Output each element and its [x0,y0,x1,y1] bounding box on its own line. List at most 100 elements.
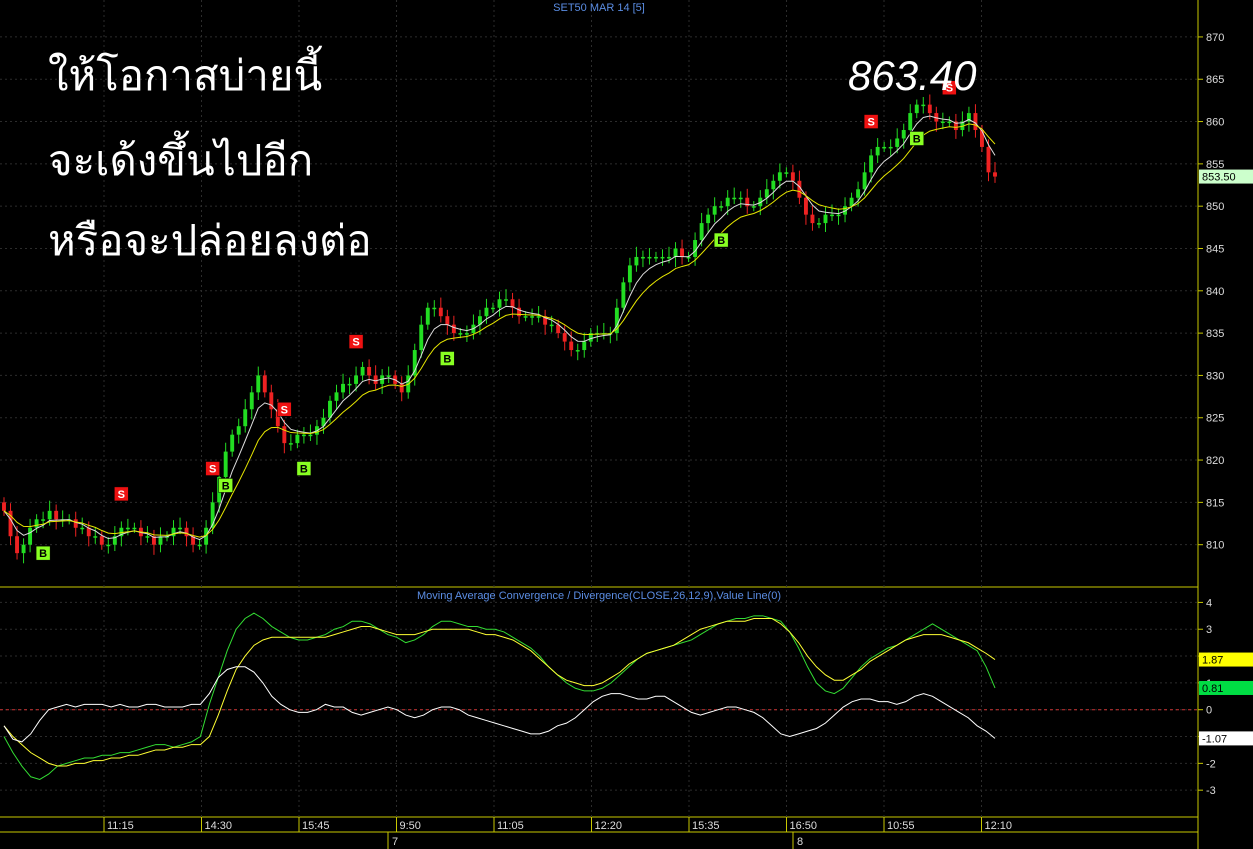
candle-body [491,307,495,310]
candle-body [54,510,59,520]
candle-body [732,197,737,200]
macd-tick-label: 3 [1206,624,1212,636]
candle-body [777,172,782,181]
candle-body [654,256,658,259]
candle-body [93,536,98,538]
candle-body [947,121,952,124]
price-tick-label: 865 [1206,74,1224,86]
candle-body [301,434,306,437]
candle-body [125,527,130,530]
day-label: 8 [797,836,803,848]
time-tick-label: 15:35 [692,820,720,832]
candle-body [751,206,756,208]
candle-body [184,527,189,537]
macd-lines [0,612,1198,780]
candle-body [888,146,893,149]
candle-body [451,324,456,334]
price-tick-label: 825 [1206,413,1224,425]
macd-series-line [3,618,996,767]
time-tick-label: 16:50 [790,820,818,832]
candle-body [536,316,541,318]
candle-body [875,146,880,156]
candle-body [784,172,789,174]
signal-label: B [443,354,451,366]
candle-body [445,316,450,325]
signal-label: B [39,548,47,560]
candle-body [360,366,365,376]
price-tick-label: 855 [1206,159,1224,171]
candle-body [41,519,46,521]
candle-body [830,214,834,217]
signal-label: S [118,489,125,501]
candle-body [712,206,717,215]
candle-body [464,333,469,335]
signal-label: S [281,404,288,416]
candle-body [243,409,248,427]
price-tick-label: 840 [1206,286,1224,298]
candle-body [790,172,795,181]
candle-body [334,392,339,401]
candle-body [810,214,815,224]
candle-body [425,307,430,325]
price-annotation: 863.40 [848,52,977,99]
price-tick-label: 845 [1206,243,1224,255]
time-tick-label: 12:20 [595,820,623,832]
macd-tick-label: 4 [1206,597,1212,609]
price-tick-label: 835 [1206,328,1224,340]
candle-body [256,375,261,393]
candle-body [882,146,887,149]
signal-label: B [222,480,230,492]
candle-body [132,527,137,530]
candle-body [986,146,991,173]
candle-body [438,307,443,317]
price-tick-label: 820 [1206,455,1224,467]
candle-body [582,341,587,351]
candle-body [993,172,997,177]
macd-value-label: -1.07 [1202,733,1227,745]
time-tick-label: 12:10 [985,820,1013,832]
candle-body [856,189,861,198]
candle-body [771,180,776,190]
candle-body [921,104,926,107]
candle-body [99,536,104,545]
candle-body [640,256,645,259]
candle-body [673,248,678,257]
candle-body [197,544,202,547]
candle-body [699,223,704,241]
candle-body [980,130,984,147]
candle-body [21,544,26,554]
macd-tick-label: 0 [1206,705,1212,717]
candle-body [680,248,685,257]
candle-body [575,350,580,352]
candle-body [230,434,235,452]
candle-body [458,333,463,335]
candle-body [927,104,932,114]
candle-body [262,375,267,393]
candle-body [549,324,554,327]
signal-label: S [209,464,216,476]
time-tick-label: 11:15 [107,820,134,832]
candle-body [869,155,874,173]
candle-body [836,214,841,217]
candle-body [803,197,808,215]
candle-body [895,138,900,147]
candle-body [178,527,182,530]
candle-body [419,324,424,351]
annotation-line-3: หรือจะปล่อยลงต่อ [48,216,372,265]
candle-body [817,223,821,225]
price-tick-label: 810 [1206,540,1224,552]
candle-body [647,256,652,259]
candle-body [308,434,313,437]
candle-body [282,426,287,444]
time-tick-label: 14:30 [205,820,233,832]
time-tick-label: 9:50 [400,820,421,832]
candle-body [823,214,828,224]
signal-label: B [913,133,921,145]
candle-body [328,400,332,418]
signal-label: B [300,464,308,476]
signal-label: B [717,235,725,247]
indicator-title: Moving Average Convergence / Divergence(… [416,590,782,602]
grid-lines [0,0,1199,849]
candle-body [719,206,724,208]
macd-tick-label: -3 [1206,785,1216,797]
